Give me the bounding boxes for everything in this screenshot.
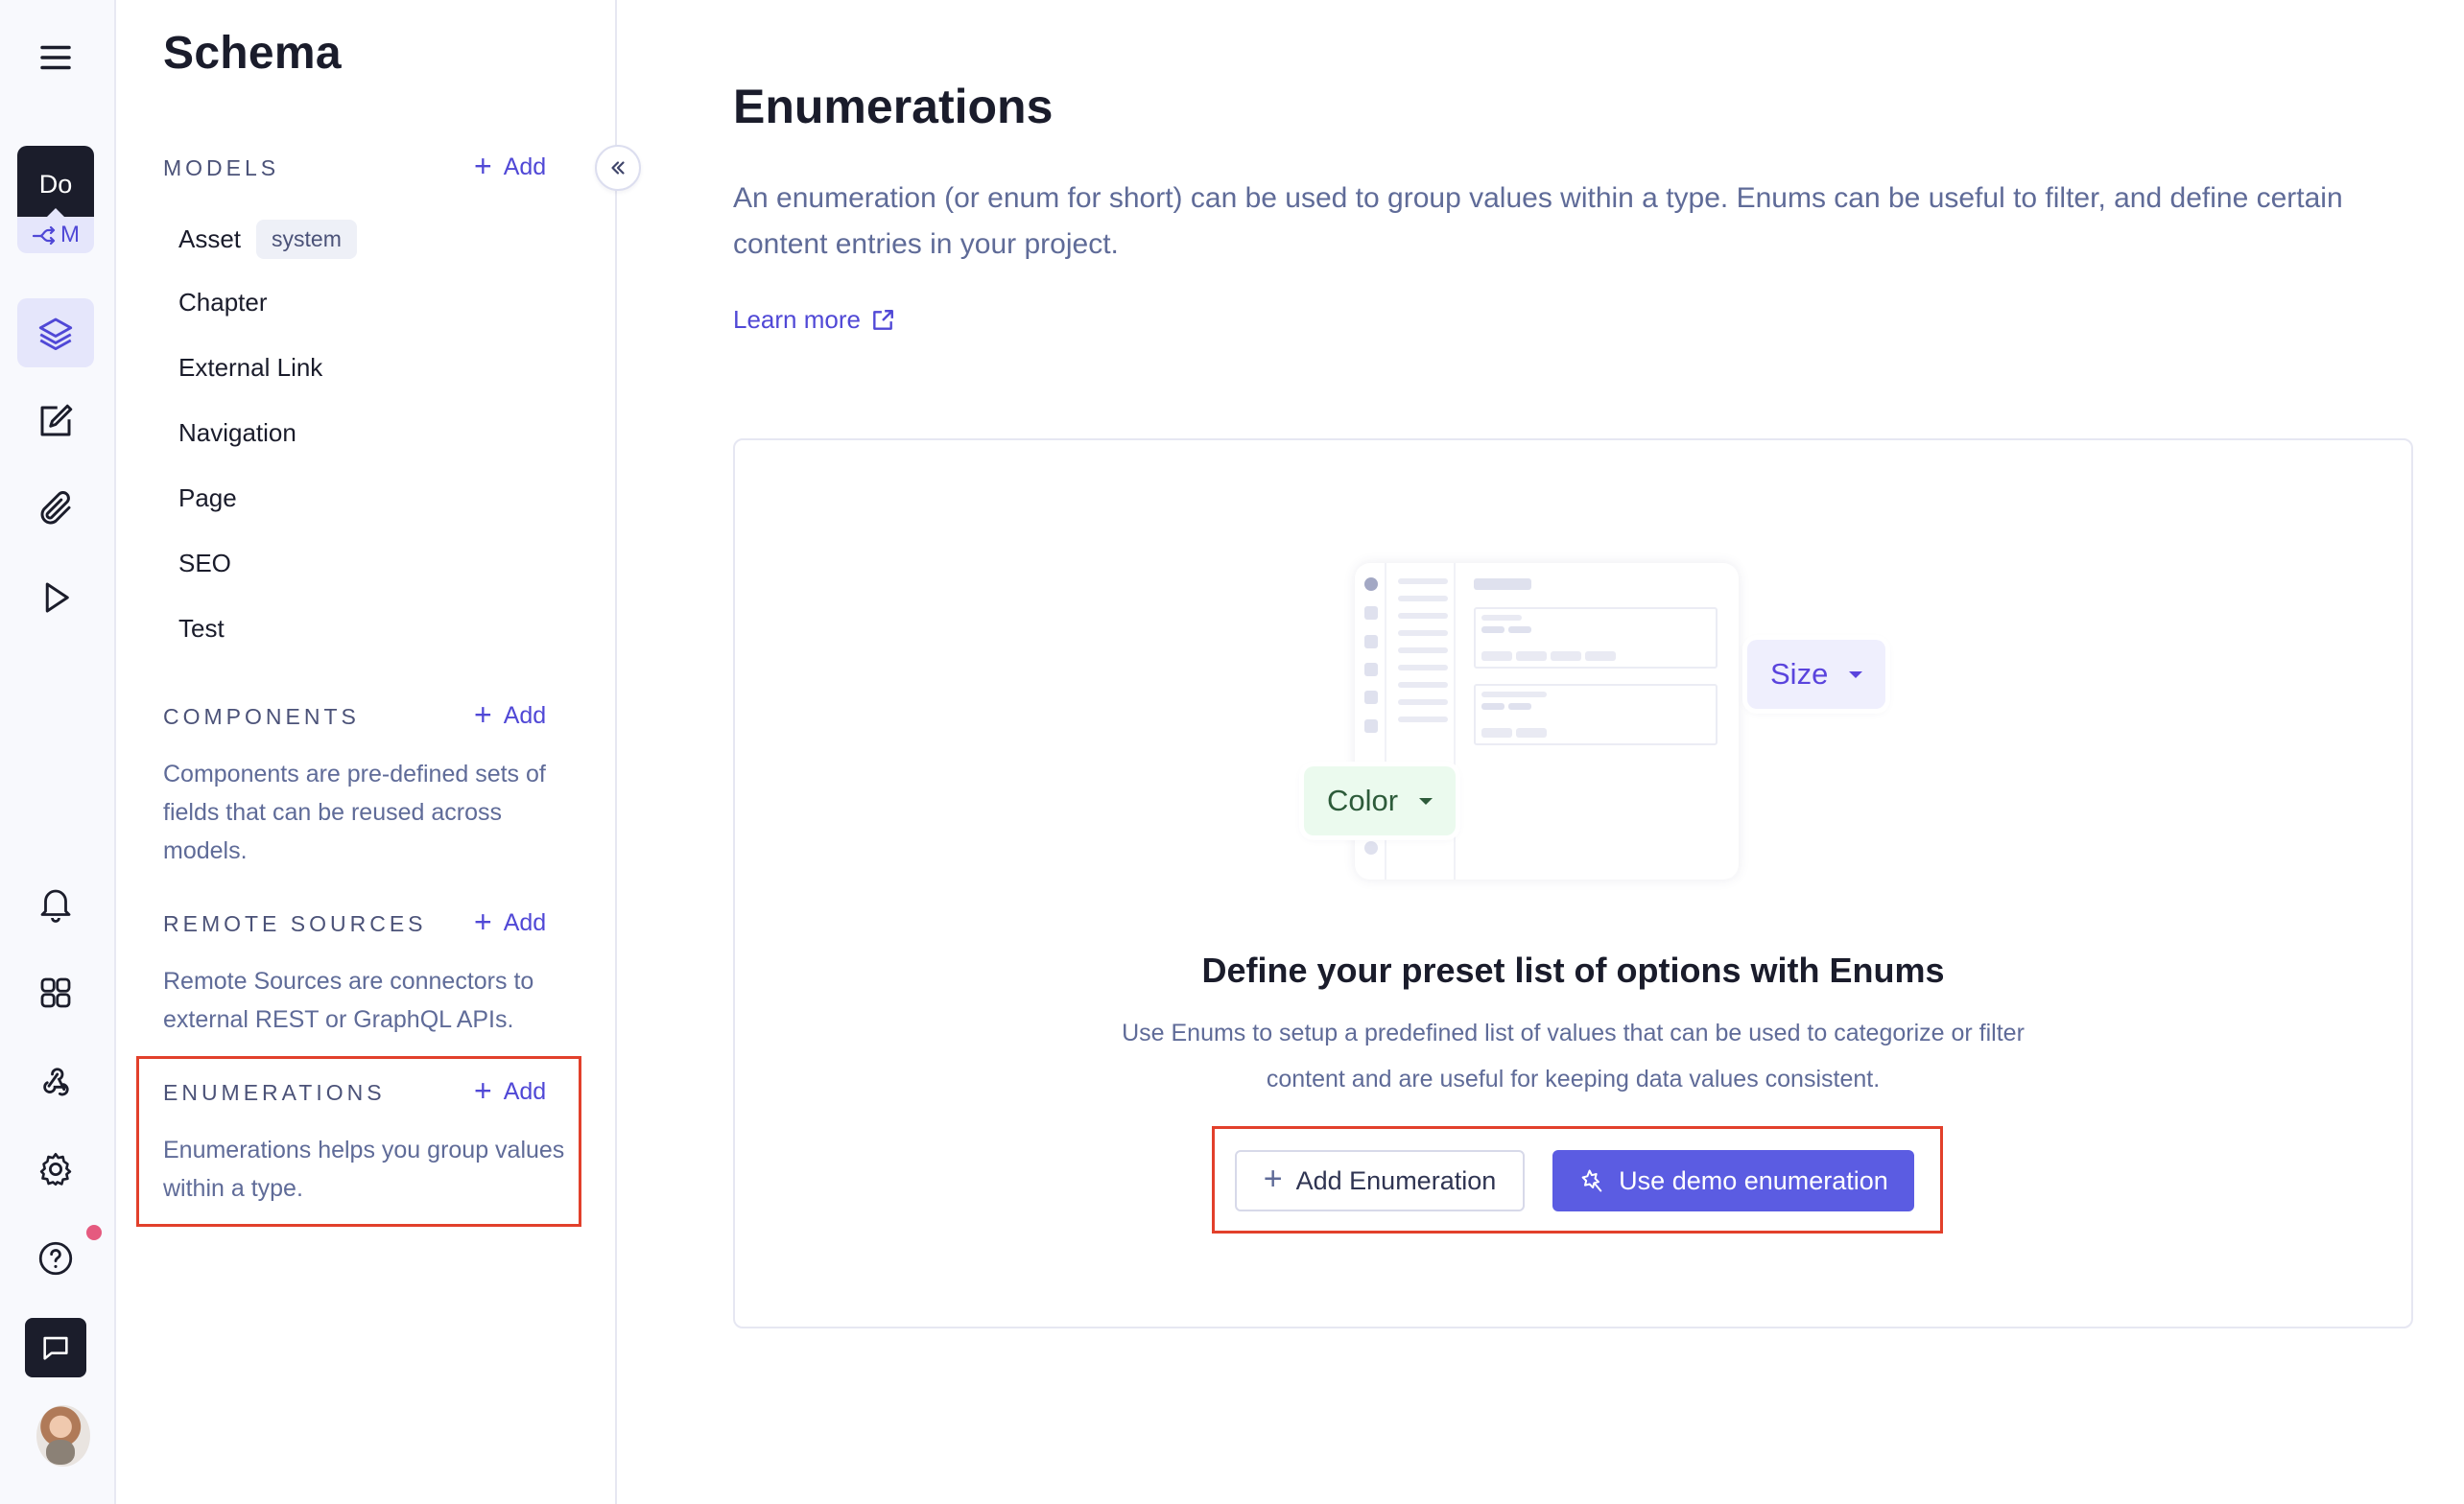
rail-item-assets[interactable] xyxy=(17,475,94,544)
play-icon xyxy=(45,582,69,613)
enum-illustration: Color Size xyxy=(1288,563,1886,889)
rail-item-apps[interactable] xyxy=(17,958,94,1027)
hamburger-menu-icon xyxy=(40,45,71,70)
enumerations-heading: ENUMERATIONS xyxy=(163,1080,386,1105)
rail-item-chat[interactable] xyxy=(25,1318,86,1377)
model-label: External Link xyxy=(178,353,323,382)
notification-dot xyxy=(86,1225,102,1240)
webhook-icon xyxy=(43,1068,69,1096)
rail-item-settings[interactable] xyxy=(17,1135,94,1204)
chevrons-left-icon xyxy=(611,161,625,175)
components-heading: COMPONENTS xyxy=(163,704,360,729)
empty-state-description: Use Enums to setup a predefined list of … xyxy=(1122,1020,2025,1093)
add-enumeration-button-label: Add Enumeration xyxy=(1295,1165,1497,1195)
size-pill-label: Size xyxy=(1770,657,1829,691)
add-enumeration-label: Add xyxy=(503,1078,547,1105)
branch-icon xyxy=(32,225,56,246)
schema-sidebar: Schema MODELS + Add Asset system Chapter… xyxy=(116,0,617,1504)
help-circle-icon xyxy=(38,1241,73,1276)
color-pill-label: Color xyxy=(1327,784,1399,817)
add-enumeration-button[interactable]: + Add Enumeration xyxy=(1235,1150,1525,1211)
plus-icon: + xyxy=(474,1072,492,1108)
learn-more-label: Learn more xyxy=(733,305,861,334)
model-label: Asset xyxy=(178,224,242,253)
add-model-button[interactable]: + Add xyxy=(474,148,547,183)
empty-state-title: Define your preset list of options with … xyxy=(1201,951,1945,990)
plus-icon: + xyxy=(474,904,492,939)
model-item-chapter[interactable]: Chapter xyxy=(178,288,268,317)
add-remote-source-label: Add xyxy=(503,909,547,936)
rail-item-content[interactable] xyxy=(17,387,94,456)
page-description: An enumeration (or enum for short) can b… xyxy=(733,182,2343,260)
model-item-external-link[interactable]: External Link xyxy=(178,353,322,383)
components-description: Components are pre-defined sets of field… xyxy=(163,761,546,864)
bell-icon xyxy=(40,889,71,923)
learn-more-link[interactable]: Learn more xyxy=(733,305,895,335)
left-rail: Do M xyxy=(0,0,116,1504)
rail-item-playground[interactable] xyxy=(17,563,94,632)
plus-icon: + xyxy=(1263,1160,1283,1197)
model-item-page[interactable]: Page xyxy=(178,483,237,513)
caret-down-icon xyxy=(1419,797,1433,805)
model-item-asset[interactable]: Asset system xyxy=(178,220,357,259)
remote-sources-heading: REMOTE SOURCES xyxy=(163,911,427,936)
environment-badge: M xyxy=(17,217,94,253)
environment-label: M xyxy=(60,222,80,247)
paperclip-icon xyxy=(40,491,71,525)
plus-icon: + xyxy=(474,148,492,183)
system-badge: system xyxy=(256,220,357,259)
models-heading: MODELS xyxy=(163,155,280,180)
chat-icon xyxy=(43,1336,68,1360)
caret-down-icon xyxy=(1849,670,1863,678)
model-item-test[interactable]: Test xyxy=(178,614,225,644)
model-label: Page xyxy=(178,483,237,512)
use-demo-enumeration-label: Use demo enumeration xyxy=(1619,1165,1888,1195)
model-label: Chapter xyxy=(178,288,268,317)
rail-item-help[interactable] xyxy=(17,1224,94,1293)
edit-icon xyxy=(40,404,73,436)
add-remote-source-button[interactable]: + Add xyxy=(474,904,547,939)
model-label: Test xyxy=(178,614,225,643)
use-demo-enumeration-button[interactable]: Use demo enumeration xyxy=(1552,1150,1914,1211)
size-enum-pill: Size xyxy=(1747,640,1886,709)
rail-item-schema[interactable] xyxy=(17,298,94,367)
model-item-seo[interactable]: SEO xyxy=(178,549,231,578)
model-label: SEO xyxy=(178,549,231,577)
model-label: Navigation xyxy=(178,418,296,447)
external-link-icon xyxy=(873,309,893,330)
layers-icon xyxy=(38,317,73,351)
enumerations-description: Enumerations helps you group values with… xyxy=(163,1137,565,1202)
add-enumeration-sidebar-button[interactable]: + Add xyxy=(474,1072,547,1108)
sidebar-title: Schema xyxy=(163,28,342,79)
avatar[interactable] xyxy=(36,1405,90,1467)
main-content: Enumerations An enumeration (or enum for… xyxy=(619,0,2464,1504)
rail-item-webhooks[interactable] xyxy=(17,1046,94,1116)
apps-grid-icon xyxy=(40,977,71,1008)
workspace-initials: Do xyxy=(17,146,94,217)
color-enum-pill: Color xyxy=(1304,766,1457,835)
add-component-button[interactable]: + Add xyxy=(474,696,547,732)
rail-item-notifications[interactable] xyxy=(17,870,94,939)
gear-icon xyxy=(39,1152,72,1187)
workspace-switcher[interactable]: Do M xyxy=(17,146,94,253)
remote-sources-description: Remote Sources are connectors to externa… xyxy=(163,968,534,1033)
menu-button[interactable] xyxy=(17,23,94,92)
collapse-sidebar-button[interactable] xyxy=(595,145,641,191)
add-component-label: Add xyxy=(503,702,547,729)
empty-state-card: Color Size Define your preset list of op… xyxy=(733,438,2413,1328)
plus-icon: + xyxy=(474,696,492,732)
model-item-navigation[interactable]: Navigation xyxy=(178,418,296,448)
page-title: Enumerations xyxy=(733,80,1054,133)
add-model-label: Add xyxy=(503,153,547,180)
magic-wand-icon xyxy=(1581,1169,1602,1192)
